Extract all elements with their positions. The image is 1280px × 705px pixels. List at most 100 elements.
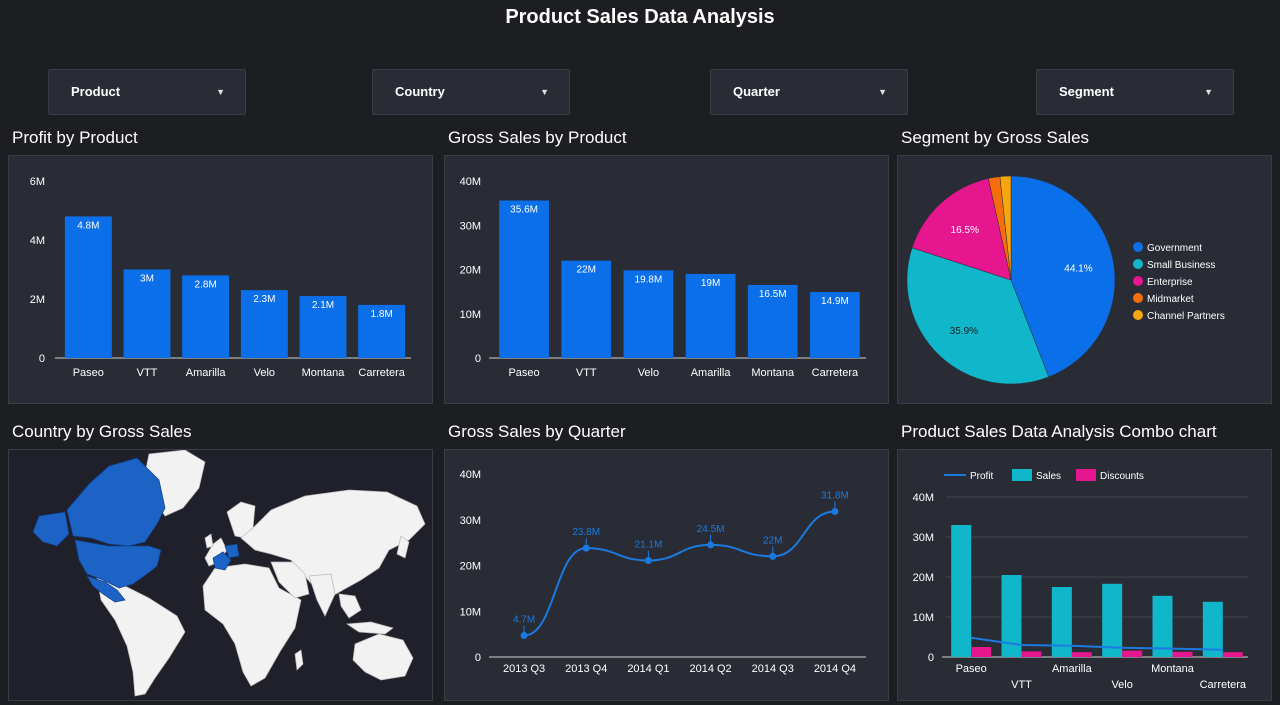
quarter-filter-label: Quarter (733, 84, 780, 99)
segment-pie-chart[interactable]: 44.1% 35.9% 16.5% Government Small Business E… (898, 156, 1271, 403)
sales-bar-paseo (951, 525, 972, 657)
legend-marker (1133, 293, 1143, 303)
legend-label: Channel Partners (1147, 311, 1225, 322)
legend-marker (1133, 259, 1143, 269)
y-tick-label: 6M (30, 176, 45, 188)
x-tick-label: Paseo (508, 367, 539, 379)
x-tick-label: Paseo (956, 663, 987, 675)
y-tick-label: 40M (913, 492, 934, 504)
pie-data-label: 35.9% (950, 326, 978, 337)
profit-bar-chart[interactable]: 0 2M 4M 6M 4.8M Paseo 3M VTT 2.8M Amarilla 2.3M Vel… (9, 156, 432, 403)
bar-data-label: 19M (701, 278, 720, 289)
sales-bar-velo (1102, 583, 1123, 657)
gross-section-title: Gross Sales by Product (448, 128, 627, 147)
pie-data-label: 44.1% (1064, 263, 1092, 274)
x-tick-label: VTT (137, 367, 158, 379)
y-tick-label: 0 (475, 353, 481, 365)
map-southeast-asia (338, 593, 362, 619)
segment-section-title: Segment by Gross Sales (901, 128, 1090, 147)
legend-label: Discounts (1100, 471, 1144, 482)
y-tick-label: 10M (460, 309, 481, 321)
combo-chart-panel: 0 10M 20M 30M 40M Paseo VTT Amarilla Velo Montana… (897, 449, 1272, 701)
data-point (644, 556, 652, 564)
x-tick-label: Amarilla (1052, 663, 1093, 675)
bar-data-label: 2.3M (253, 294, 275, 305)
segment-chart-panel: 44.1% 35.9% 16.5% Government Small Business E… (897, 155, 1272, 404)
point-data-label: 4.7M (513, 614, 535, 625)
y-tick-label: 20M (460, 265, 481, 277)
bar-data-label: 35.6M (510, 204, 538, 215)
page-title: Product Sales Data Analysis (505, 6, 775, 28)
chevron-down-icon: ▼ (1204, 87, 1213, 97)
country-map-panel (8, 449, 433, 701)
country-map[interactable] (9, 449, 432, 700)
chevron-down-icon: ▼ (540, 87, 549, 97)
x-tick-label: Carretera (812, 367, 859, 379)
map-india (308, 573, 336, 617)
data-point (707, 541, 715, 549)
y-tick-label: 10M (460, 606, 481, 618)
y-tick-label: 0 (39, 353, 45, 365)
x-tick-label: VTT (576, 367, 597, 379)
legend-label: Small Business (1147, 260, 1215, 271)
legend-label: Profit (970, 471, 994, 482)
legend-label: Midmarket (1147, 294, 1194, 305)
y-tick-label: 40M (460, 469, 481, 481)
x-tick-label: 2014 Q1 (627, 663, 669, 675)
point-data-label: 22M (763, 535, 782, 546)
quarter-line-chart[interactable]: 0 10M 20M 30M 40M 4.7M 2013 Q3 23.8M 2013 Q4 21.1… (445, 450, 888, 700)
quarter-filter[interactable]: Quarter ▼ (710, 69, 908, 115)
bar-paseo (64, 216, 112, 358)
map-canada (66, 457, 166, 547)
y-tick-label: 0 (928, 652, 934, 664)
x-tick-label: 2013 Q3 (503, 663, 545, 675)
x-tick-label: 2014 Q2 (689, 663, 731, 675)
data-point (520, 631, 528, 639)
y-tick-label: 10M (913, 612, 934, 624)
discount-bar-carretera (1222, 652, 1243, 657)
map-usa (74, 539, 162, 589)
discount-bar-velo (1122, 650, 1143, 657)
y-tick-label: 30M (913, 532, 934, 544)
x-tick-label: 2013 Q4 (565, 663, 607, 675)
gross-bar-chart[interactable]: 0 10M 20M 30M 40M 35.6M Paseo 22M VTT 19.8M Velo 19… (445, 156, 888, 403)
x-tick-label: Carretera (1200, 679, 1247, 691)
segment-filter[interactable]: Segment ▼ (1036, 69, 1234, 115)
chevron-down-icon: ▼ (216, 87, 225, 97)
bar-data-label: 16.5M (759, 289, 787, 300)
profit-section-title: Profit by Product (12, 128, 138, 147)
gross-chart-panel: 0 10M 20M 30M 40M 35.6M Paseo 22M VTT 19.8M Velo 19… (444, 155, 889, 404)
y-tick-label: 30M (460, 515, 481, 527)
discount-bar-paseo (971, 647, 992, 657)
combo-chart[interactable]: 0 10M 20M 30M 40M Paseo VTT Amarilla Velo Montana… (898, 450, 1271, 700)
legend-marker (1012, 469, 1032, 481)
bar-data-label: 2.1M (312, 300, 334, 311)
legend-marker (1076, 469, 1096, 481)
point-data-label: 31.8M (821, 491, 849, 502)
product-filter-label: Product (71, 84, 121, 99)
map-uk (204, 533, 214, 549)
x-tick-label: Velo (254, 367, 275, 379)
y-tick-label: 30M (460, 220, 481, 232)
country-section-title: Country by Gross Sales (12, 422, 192, 441)
x-tick-label: Montana (751, 367, 795, 379)
y-tick-label: 40M (460, 176, 481, 188)
bar-paseo (499, 200, 549, 358)
segment-filter-label: Segment (1059, 84, 1114, 99)
pie-data-label: 16.5% (951, 225, 979, 236)
point-data-label: 21.1M (635, 539, 663, 550)
x-tick-label: Montana (1151, 663, 1195, 675)
bar-data-label: 19.8M (635, 274, 663, 285)
y-tick-label: 4M (30, 235, 45, 247)
x-tick-label: Paseo (73, 367, 104, 379)
x-tick-label: 2014 Q4 (814, 663, 856, 675)
series-line (523, 510, 835, 637)
country-filter-label: Country (395, 84, 445, 99)
bar-data-label: 1.8M (371, 309, 393, 320)
bar-data-label: 2.8M (195, 279, 217, 290)
map-australia (352, 633, 414, 681)
country-filter[interactable]: Country ▼ (372, 69, 570, 115)
y-tick-label: 2M (30, 294, 45, 306)
x-tick-label: VTT (1011, 679, 1032, 691)
product-filter[interactable]: Product ▼ (48, 69, 246, 115)
